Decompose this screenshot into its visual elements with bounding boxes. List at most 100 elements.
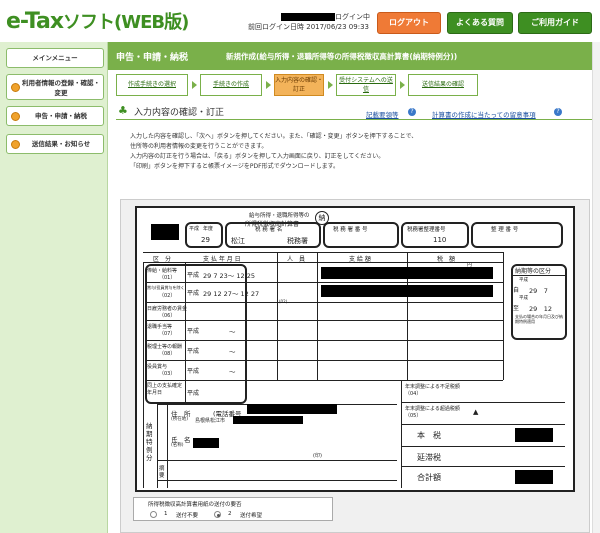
era-label: 平成 <box>189 226 200 232</box>
radio-send[interactable] <box>214 511 221 518</box>
redacted-block <box>233 416 303 424</box>
logo-main: e-Tax <box>6 9 64 34</box>
step-indicator: 作成手続きの選択 手続きの作成 入力内容の確認・訂正 受付システムへの送信 送信… <box>116 74 592 96</box>
redacted-block <box>515 470 553 484</box>
faq-button[interactable]: よくある質問 <box>447 12 513 34</box>
last-login-label: 前回ログイン日時 <box>248 23 304 31</box>
sidebar-item-main-menu[interactable]: メインメニュー <box>6 48 104 68</box>
logout-button[interactable]: ログアウト <box>377 12 441 34</box>
top-bar: e-Taxソフト(WEB版) ログイン中 前回ログイン日時 2017/06/23… <box>0 0 600 42</box>
main-header: 申告・申請・納税 新規作成(給与所得・退職所得等の所得税徴収高計算書(納期特例分… <box>108 42 600 70</box>
row-period: 〜 <box>229 328 236 336</box>
row-period: 29 7 23〜 12 25 <box>203 272 255 280</box>
redacted-block <box>151 224 179 240</box>
row-code: （02） <box>159 293 176 299</box>
ref-number-value: 110 <box>433 236 447 244</box>
seal-label: (印) <box>313 453 322 459</box>
help-link-guidelines[interactable]: 記載要領等 <box>366 109 399 119</box>
tax-form-sheet: 給与所得・退職所得等の 所得税徴収高計算書 納 平成 年度 29 税 務 署 名… <box>135 206 575 492</box>
sidebar-item-filing[interactable]: 申告・申請・納税 <box>6 106 104 126</box>
adjust-shortfall: 年末調整による不足税額（04） <box>405 384 460 397</box>
login-info: ログイン中 前回ログイン日時 2017/06/23 09:33 <box>248 12 370 32</box>
year-value: 29 <box>201 236 210 244</box>
redacted-username <box>281 13 335 21</box>
help-icon[interactable]: ? <box>554 108 562 116</box>
row-code: （07） <box>159 331 176 337</box>
ref-number-label: 税務署整理番号 <box>407 227 446 233</box>
opt2-label: 送付希望 <box>240 513 263 519</box>
name-sub: (名称) <box>171 443 184 448</box>
nouki-to-label: 至 <box>513 305 520 312</box>
side-label: 納期特例分 <box>146 422 153 462</box>
arrow-right-icon <box>192 81 197 89</box>
total-label: 合計額 <box>417 473 441 482</box>
row-label: 日雇労務者の賃金 <box>147 306 188 312</box>
instruction-line: 住所等の利用者情報の変更を行うことができます。 <box>130 143 268 150</box>
clover-icon: ♣ <box>118 104 128 117</box>
guide-button[interactable]: ご利用ガイド <box>518 12 592 34</box>
form-title-1: 給与所得・退職所得等の <box>249 213 310 219</box>
office-number-label: 税 務 署 番 号 <box>333 227 368 233</box>
row-era: 平成 <box>187 390 200 397</box>
row-label: 俸給・給料等 <box>147 268 178 274</box>
sidebar-item-label: 送信結果・お知らせ <box>31 140 91 148</box>
logo-sub: ソフト(WEB版) <box>63 12 189 33</box>
redacted-block <box>321 267 493 279</box>
redacted-block <box>515 428 553 442</box>
opt1-num: 1 <box>164 511 168 517</box>
step-select-procedure[interactable]: 作成手続きの選択 <box>116 74 188 96</box>
help-link-notes[interactable]: 計算書の作成に当たっての留意事項 <box>432 109 536 119</box>
office-value: 松江 <box>231 237 245 245</box>
nouki-from-era: 平成 <box>519 278 528 283</box>
memo-label: 摘要 <box>159 466 165 479</box>
page-title: 新規作成(給与所得・退職所得等の所得税徴収高計算書(納期特例分)) <box>226 52 458 61</box>
form-preview: 給与所得・退職所得等の 所得税徴収高計算書 納 平成 年度 29 税 務 署 名… <box>120 199 590 533</box>
address-value: 島根県松江市 <box>195 418 226 424</box>
login-status: ログイン中 <box>335 13 370 21</box>
circle-icon <box>11 112 20 121</box>
redacted-block <box>247 404 337 414</box>
opt1-label: 送付不要 <box>176 513 199 519</box>
row-era: 平成 <box>187 328 200 335</box>
row-code: （01） <box>159 275 176 281</box>
row-label: 同上の支払確定年月日 <box>147 383 183 396</box>
nouki-from-label: 自 <box>513 287 520 294</box>
sidebar-item-label: メインメニュー <box>32 54 78 62</box>
nouki-from-value: 29 7 <box>529 287 548 295</box>
send-option-title: 所得税徴収高計算書用紙の送付の要否 <box>148 502 242 508</box>
row-label: 退職手当等 <box>147 324 173 330</box>
row-label: 賞与(役員賞与を除く) <box>147 285 187 290</box>
row-era: 平成 <box>187 272 200 279</box>
row-era: 平成 <box>187 348 200 355</box>
step-send: 受付システムへの送信 <box>336 74 396 96</box>
step-result: 送信結果の確認 <box>408 74 478 96</box>
office-suffix: 税務署 <box>287 237 308 245</box>
sidebar-item-user-info[interactable]: 利用者情報の登録・確認・変更 <box>6 74 104 100</box>
redacted-block <box>193 438 219 448</box>
year-label: 年度 <box>203 226 214 232</box>
row-code: （08） <box>159 351 176 357</box>
help-icon[interactable]: ? <box>408 108 416 116</box>
instruction-line: 「印刷」ボタンを押下すると帳票イメージをPDF形式でダウンロードします。 <box>130 163 339 170</box>
row-period: 〜 <box>229 348 236 356</box>
step-create-procedure[interactable]: 手続きの作成 <box>200 74 262 96</box>
row-code: （03） <box>159 371 176 377</box>
row-period: 29 12 27〜 12 27 <box>203 290 260 298</box>
nouki-label: 納期等の区分 <box>515 268 552 275</box>
section-name: 申告・申請・納税 <box>116 53 189 63</box>
sidebar-item-results[interactable]: 送信結果・お知らせ <box>6 134 104 154</box>
radio-no-send[interactable] <box>150 511 157 518</box>
row-code: （06） <box>159 313 176 319</box>
arrow-right-icon <box>328 81 333 89</box>
send-option-group: 所得税徴収高計算書用紙の送付の要否 1 送付不要 2 送付希望 <box>133 497 333 521</box>
vertical-scrollbar[interactable] <box>592 42 600 533</box>
section-heading: ♣ 入力内容の確認・訂正 記載要領等 ? 計算書の作成に当たっての留意事項 ? <box>116 104 592 120</box>
row-era: 平成 <box>187 290 200 297</box>
sidebar: メインメニュー 利用者情報の登録・確認・変更 申告・申請・納税 送信結果・お知ら… <box>0 42 108 533</box>
entai-label: 延滞税 <box>417 453 441 462</box>
sidebar-item-label: 利用者情報の登録・確認・変更 <box>22 79 100 97</box>
sidebar-item-label: 申告・申請・納税 <box>35 112 87 120</box>
last-login-value: 2017/06/23 09:33 <box>306 23 369 31</box>
row-era: 平成 <box>187 368 200 375</box>
step-confirm-edit: 入力内容の確認・訂正 <box>274 74 324 96</box>
